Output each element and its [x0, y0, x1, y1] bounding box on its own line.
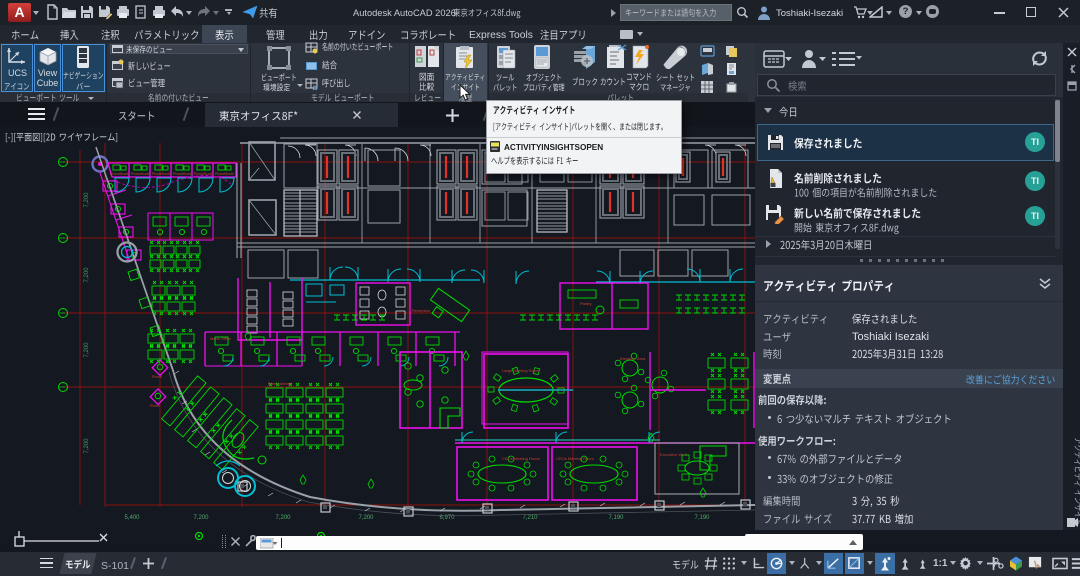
svg-text:Large Meeting Room: Large Meeting Room [502, 368, 540, 373]
svg-text:Executive Wr 2: Executive Wr 2 [660, 452, 688, 457]
svg-text:7,200: 7,200 [84, 342, 90, 358]
svg-text:7,210: 7,210 [522, 515, 538, 521]
svg-text:PhoneBooth: PhoneBooth [215, 172, 234, 176]
svg-text:CEOs Meeting Room: CEOs Meeting Room [556, 456, 594, 461]
svg-text:7,200: 7,200 [193, 515, 209, 521]
svg-text:Phone: Phone [152, 375, 162, 379]
svg-text:PhoneBooth: PhoneBooth [131, 172, 150, 176]
svg-text:7,190: 7,190 [608, 515, 624, 521]
svg-text:PhoneBooth: PhoneBooth [152, 172, 171, 176]
svg-text:7,200: 7,200 [84, 192, 90, 208]
svg-text:7,200: 7,200 [84, 438, 90, 454]
svg-text:Pantry: Pantry [580, 301, 592, 306]
svg-text:7,200: 7,200 [84, 267, 90, 283]
svg-text:Reception: Reception [412, 308, 430, 313]
svg-text:PhoneBooth: PhoneBooth [110, 172, 129, 176]
svg-text:Free Address: Free Address [268, 381, 292, 386]
svg-text:7,190: 7,190 [694, 515, 710, 521]
svg-text:5,400: 5,400 [124, 515, 140, 521]
svg-text:Phone: Phone [150, 404, 160, 408]
svg-text:CEOs Meeting Room: CEOs Meeting Room [502, 456, 540, 461]
svg-text:7,200: 7,200 [358, 515, 374, 521]
svg-text:PhoneBooth: PhoneBooth [173, 172, 192, 176]
svg-text:Breakout Area: Breakout Area [620, 356, 646, 361]
svg-text:Mens Office: Mens Office [210, 336, 232, 341]
svg-text:7,200: 7,200 [275, 515, 291, 521]
